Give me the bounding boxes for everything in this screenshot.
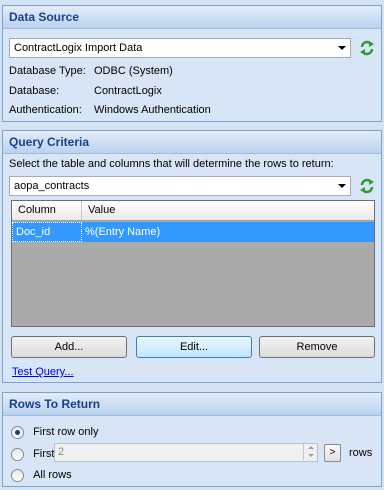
row-count-apply-button[interactable]: > [324, 444, 341, 462]
rows-to-return-header: Rows To Return [3, 393, 381, 416]
chevron-down-icon [338, 46, 346, 50]
remove-button[interactable]: Remove [259, 336, 375, 358]
database-type-value: ODBC (System) [94, 65, 173, 77]
all-rows-label[interactable]: All rows [33, 469, 72, 481]
database-value: ContractLogix [94, 85, 162, 97]
test-query-link[interactable]: Test Query... [12, 366, 74, 378]
query-instruction: Select the table and columns that will d… [9, 158, 334, 170]
all-rows-option[interactable]: All rows [11, 468, 72, 484]
data-source-panel: Data Source ContractLogix Import Data Da… [2, 5, 382, 122]
query-criteria-header: Query Criteria [3, 131, 381, 154]
row-count-stepper[interactable]: 2 [54, 443, 318, 462]
query-criteria-panel: Query Criteria Select the table and colu… [2, 130, 382, 383]
rows-to-return-panel: Rows To Return First row only First 2 > … [2, 392, 382, 487]
chevron-down-icon [338, 184, 346, 188]
row-column-cell[interactable]: Doc_id [12, 222, 82, 242]
data-source-combo-value: ContractLogix Import Data [14, 42, 143, 54]
table-combo-value: aopa_contracts [14, 180, 90, 192]
data-source-header: Data Source [3, 6, 381, 29]
first-n-option[interactable]: First [11, 447, 54, 463]
authentication-label: Authentication: [9, 104, 82, 116]
add-button[interactable]: Add... [11, 336, 127, 358]
refresh-icon[interactable] [358, 177, 376, 195]
database-label: Database: [9, 85, 60, 97]
criteria-grid[interactable]: Column Value Doc_id %(Entry Name) [11, 200, 375, 327]
edit-button[interactable]: Edit... [136, 336, 252, 358]
first-row-only-option[interactable]: First row only [11, 425, 98, 441]
value-header[interactable]: Value [82, 201, 374, 220]
first-n-radio[interactable] [11, 447, 24, 461]
rows-suffix-label: rows [349, 447, 373, 459]
table-row[interactable]: Doc_id %(Entry Name) [12, 222, 374, 242]
grid-header: Column Value [12, 201, 374, 221]
all-rows-radio[interactable] [11, 468, 24, 482]
stepper-up-icon[interactable] [303, 444, 317, 452]
data-source-combo[interactable]: ContractLogix Import Data [9, 38, 351, 58]
refresh-icon[interactable] [358, 39, 376, 57]
first-n-label[interactable]: First [33, 448, 54, 460]
row-value-cell[interactable]: %(Entry Name) [82, 222, 374, 242]
database-type-label: Database Type: [9, 65, 86, 77]
table-combo[interactable]: aopa_contracts [9, 176, 351, 196]
row-count-value: 2 [58, 446, 65, 458]
first-row-only-radio[interactable] [11, 425, 24, 439]
authentication-value: Windows Authentication [94, 104, 211, 116]
first-row-only-label[interactable]: First row only [33, 426, 98, 438]
stepper-down-icon[interactable] [303, 452, 317, 460]
column-header[interactable]: Column [12, 201, 82, 220]
